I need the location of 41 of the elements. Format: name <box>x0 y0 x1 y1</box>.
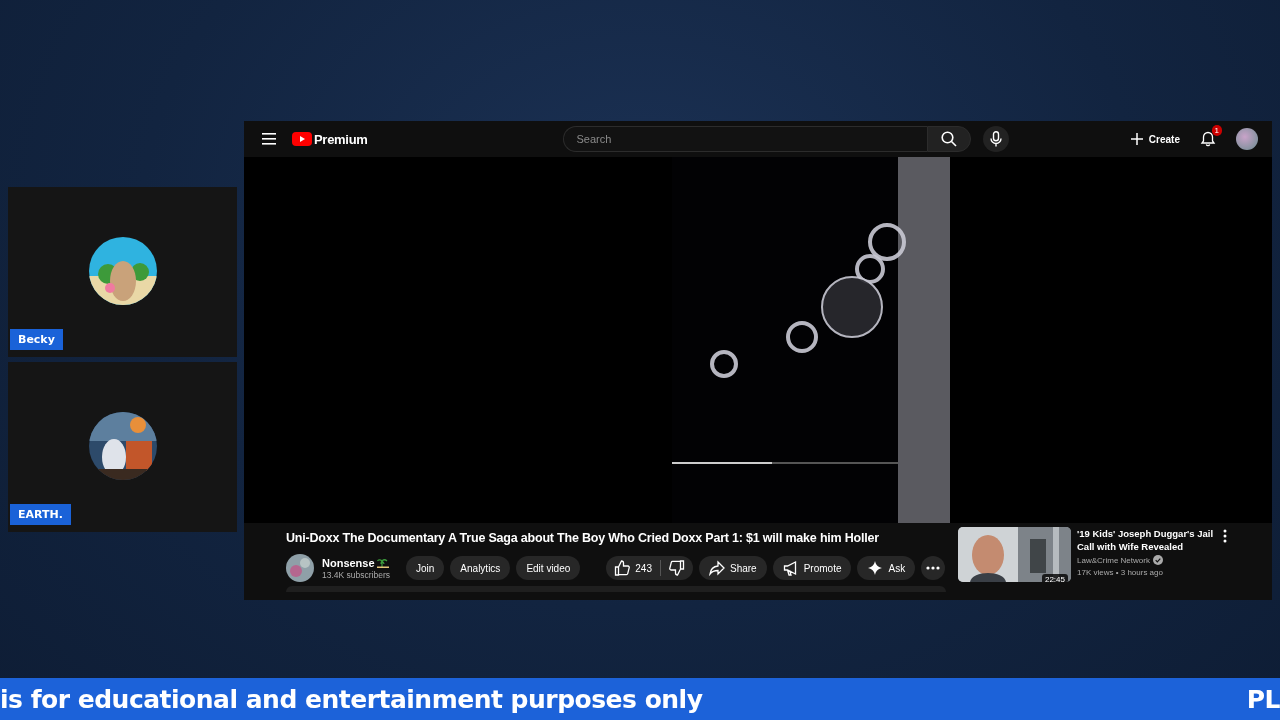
microphone-button[interactable] <box>983 126 1010 152</box>
duration-badge: 22:45 <box>1041 574 1068 582</box>
create-button[interactable]: Create <box>1130 133 1180 145</box>
menu-icon[interactable] <box>262 133 276 145</box>
island-icon <box>376 557 389 568</box>
play-logo-icon <box>292 132 312 146</box>
share-icon <box>709 560 725 576</box>
channel-button[interactable]: Analytics <box>450 556 511 580</box>
share-button[interactable]: Share <box>699 556 767 580</box>
microphone-icon <box>990 131 1003 147</box>
search-field[interactable]: Search <box>563 126 928 152</box>
channel-name[interactable]: Nonsense <box>322 556 375 569</box>
more-button[interactable] <box>921 556 946 580</box>
logo[interactable]: Premium <box>292 131 368 147</box>
name-tag: EARTH. <box>10 504 71 525</box>
name-tag: Becky <box>10 329 63 350</box>
channel-button[interactable]: Join <box>406 556 445 580</box>
thumbs-down-icon <box>669 560 685 576</box>
plus-icon <box>1130 133 1143 145</box>
ask-button[interactable]: Ask <box>857 556 916 580</box>
bell-icon[interactable] <box>1200 131 1216 147</box>
ticker-text: is for educational and entertainment purposes only <box>0 684 703 714</box>
account-avatar[interactable] <box>1236 128 1258 150</box>
video-meta: 17K views • 3 hours ago <box>1077 568 1164 577</box>
video-title[interactable]: '19 Kids' Joseph Duggar's Jail Call with Wife Revealed <box>1077 527 1217 553</box>
channel-avatar-icon[interactable] <box>286 554 314 582</box>
megaphone-icon <box>782 560 799 576</box>
search-icon <box>941 131 958 147</box>
search-button[interactable] <box>927 126 972 152</box>
promote-button[interactable]: Promote <box>772 556 852 580</box>
sparkle-icon <box>867 560 884 576</box>
more-icon[interactable] <box>1223 529 1227 543</box>
thumbs-up-icon <box>614 560 631 576</box>
notification-badge: 1 <box>1211 125 1222 136</box>
channel-name[interactable]: Law&Crime Network <box>1077 555 1150 565</box>
video-player[interactable] <box>244 157 1272 523</box>
ticker-text: PL <box>1246 684 1280 714</box>
channel-button[interactable]: Edit video <box>516 556 581 580</box>
video-title: Uni-Doxx The Documentary A True Saga about The Boy Who Cried Doxx Part 1: $1 will make him Holler <box>286 531 880 545</box>
subscriber-count: 13.4K subscribers <box>322 569 391 580</box>
more-icon <box>926 566 941 570</box>
